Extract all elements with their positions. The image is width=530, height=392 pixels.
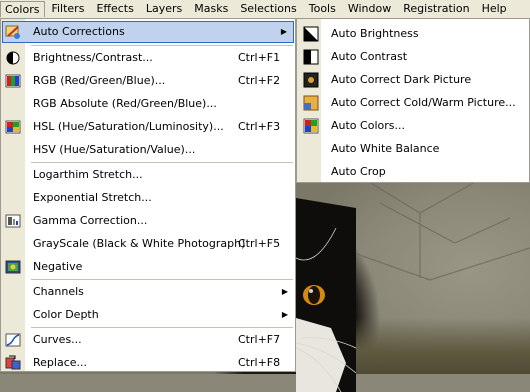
menu-item-label: Exponential Stretch...	[33, 191, 152, 204]
cat-image	[296, 198, 356, 392]
curves-icon	[5, 333, 21, 347]
menu-separator	[31, 279, 293, 280]
menu-item-label: Replace...	[33, 356, 88, 369]
menu-item-label: HSV (Hue/Saturation/Value)...	[33, 143, 196, 156]
menu-filters[interactable]: Filters	[45, 1, 90, 17]
menu-tools[interactable]: Tools	[303, 1, 342, 17]
menu-item-label: HSL (Hue/Saturation/Luminosity)...	[33, 120, 224, 133]
rgb-icon	[5, 74, 21, 88]
submenu-item-label: Auto Brightness	[331, 27, 419, 40]
submenu-item-label: Auto Correct Dark Picture	[331, 73, 472, 86]
shortcut-label: Ctrl+F3	[238, 120, 281, 133]
auto-contrast-icon	[303, 49, 319, 65]
menu-item-hsl[interactable]: HSL (Hue/Saturation/Luminosity)... Ctrl+…	[2, 116, 294, 138]
submenu-item-label: Auto Colors...	[331, 119, 405, 132]
submenu-item-auto-crop[interactable]: Auto Crop	[298, 160, 528, 183]
auto-corrections-icon	[5, 25, 20, 39]
menu-layers[interactable]: Layers	[140, 1, 188, 17]
menu-item-label: Logarthim Stretch...	[33, 168, 143, 181]
menu-registration[interactable]: Registration	[397, 1, 475, 17]
menu-effects[interactable]: Effects	[90, 1, 139, 17]
menu-bar: Colors Filters Effects Layers Masks Sele…	[0, 0, 530, 19]
menu-item-gamma-correction[interactable]: Gamma Correction...	[2, 210, 294, 232]
auto-corrections-submenu: Auto Brightness Auto Contrast Auto Corre…	[296, 18, 530, 183]
submenu-item-label: Auto Contrast	[331, 50, 408, 63]
menu-item-hsv[interactable]: HSV (Hue/Saturation/Value)...	[2, 139, 294, 161]
menu-item-label: Channels	[33, 285, 84, 298]
menu-selections[interactable]: Selections	[234, 1, 302, 17]
submenu-arrow-icon: ▶	[280, 27, 287, 36]
submenu-item-auto-colors[interactable]: Auto Colors...	[298, 114, 528, 137]
menu-window[interactable]: Window	[342, 1, 397, 17]
submenu-item-label: Auto White Balance	[331, 142, 440, 155]
menu-help[interactable]: Help	[476, 1, 513, 17]
submenu-item-auto-correct-cold-warm[interactable]: Auto Correct Cold/Warm Picture...	[298, 91, 528, 114]
menu-item-exponential-stretch[interactable]: Exponential Stretch...	[2, 187, 294, 209]
submenu-item-auto-brightness[interactable]: Auto Brightness	[298, 22, 528, 45]
negative-icon	[5, 260, 21, 274]
menu-item-label: GrayScale (Black & White Photograph)	[33, 237, 246, 250]
menu-colors[interactable]: Colors	[0, 1, 46, 17]
menu-item-color-depth[interactable]: Color Depth ▶	[2, 304, 294, 326]
submenu-item-auto-correct-dark[interactable]: Auto Correct Dark Picture	[298, 68, 528, 91]
auto-brightness-icon	[303, 26, 319, 42]
menu-item-channels[interactable]: Channels ▶	[2, 281, 294, 303]
menu-masks[interactable]: Masks	[188, 1, 234, 17]
submenu-item-label: Auto Correct Cold/Warm Picture...	[331, 96, 516, 109]
menu-item-label: Curves...	[33, 333, 82, 346]
submenu-item-auto-white-balance[interactable]: Auto White Balance	[298, 137, 528, 160]
menu-item-rgb[interactable]: RGB (Red/Green/Blue)... Ctrl+F2	[2, 70, 294, 92]
menu-item-grayscale[interactable]: GrayScale (Black & White Photograph) Ctr…	[2, 233, 294, 255]
menu-item-logarithm-stretch[interactable]: Logarthim Stretch...	[2, 164, 294, 186]
menu-item-label: Auto Corrections	[33, 25, 125, 38]
menu-item-curves[interactable]: Curves... Ctrl+F7	[2, 329, 294, 351]
shortcut-label: Ctrl+F5	[238, 237, 281, 250]
menu-item-label: Negative	[33, 260, 83, 273]
submenu-item-label: Auto Crop	[331, 165, 386, 178]
shortcut-label: Ctrl+F8	[238, 356, 281, 369]
menu-separator	[31, 162, 293, 163]
gamma-correction-icon	[5, 214, 21, 228]
menu-item-label: Gamma Correction...	[33, 214, 148, 227]
menu-item-replace[interactable]: Replace... Ctrl+F8	[2, 352, 294, 374]
cold-warm-picture-icon	[303, 95, 319, 111]
submenu-item-auto-contrast[interactable]: Auto Contrast	[298, 45, 528, 68]
shortcut-label: Ctrl+F1	[238, 51, 281, 64]
menu-item-brightness-contrast[interactable]: Brightness/Contrast... Ctrl+F1	[2, 47, 294, 69]
submenu-arrow-icon: ▶	[281, 287, 288, 296]
menu-item-label: RGB (Red/Green/Blue)...	[33, 74, 166, 87]
auto-colors-icon	[303, 118, 319, 134]
menu-item-rgb-absolute[interactable]: RGB Absolute (Red/Green/Blue)...	[2, 93, 294, 115]
brightness-contrast-icon	[6, 51, 20, 65]
replace-icon	[5, 355, 21, 370]
shortcut-label: Ctrl+F7	[238, 333, 281, 346]
submenu-arrow-icon: ▶	[281, 310, 288, 319]
colors-dropdown-menu: Auto Corrections ▶ Brightness/Contrast..…	[0, 18, 296, 372]
menu-item-label: Color Depth	[33, 308, 99, 321]
menu-item-auto-corrections[interactable]: Auto Corrections ▶	[2, 21, 294, 43]
dark-picture-icon	[303, 72, 319, 88]
menu-item-label: RGB Absolute (Red/Green/Blue)...	[33, 97, 217, 110]
menu-separator	[31, 45, 293, 46]
hsl-icon	[5, 120, 21, 134]
shortcut-label: Ctrl+F2	[238, 74, 281, 87]
menu-item-negative[interactable]: Negative	[2, 256, 294, 278]
menu-separator	[31, 327, 293, 328]
menu-item-label: Brightness/Contrast...	[33, 51, 153, 64]
